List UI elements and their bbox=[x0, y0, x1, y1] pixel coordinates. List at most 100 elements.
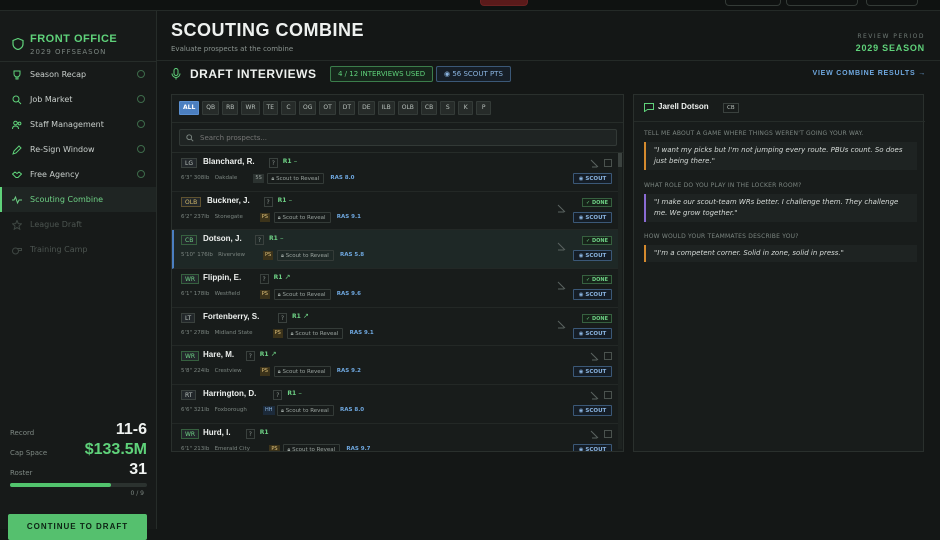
topbar-button-1[interactable] bbox=[725, 0, 781, 6]
filter-chip-cb[interactable]: CB bbox=[420, 101, 438, 115]
sidebar-item-label: Re-Sign Window bbox=[30, 145, 95, 154]
filter-chip-te[interactable]: TE bbox=[262, 101, 279, 115]
trend-indicator: – bbox=[280, 234, 284, 243]
scrollbar-thumb[interactable] bbox=[618, 153, 622, 167]
topbar-button-2[interactable] bbox=[786, 0, 858, 6]
round-projection: R1 bbox=[292, 312, 301, 320]
prospect-meta: 6'3" 278lb Midland State bbox=[181, 330, 253, 336]
scout-button[interactable]: ◉ SCOUT bbox=[573, 289, 612, 301]
sidebar-item-training-camp[interactable]: Training Camp bbox=[0, 237, 156, 262]
prospect-name[interactable]: Fortenberry, S. bbox=[203, 312, 259, 321]
ras-score: RAS 9.1 bbox=[349, 329, 374, 336]
filter-chip-wr[interactable]: WR bbox=[241, 101, 260, 115]
scout-button[interactable]: ◉ SCOUT bbox=[573, 250, 612, 262]
sidebar-item-free-agency[interactable]: Free Agency bbox=[0, 162, 156, 187]
scout-button[interactable]: ◉ SCOUT bbox=[573, 405, 612, 417]
cap-space-stat: Cap Space $133.5M bbox=[10, 439, 147, 459]
prospect-name[interactable]: Blanchard, R. bbox=[203, 157, 255, 166]
pen-icon bbox=[12, 144, 22, 155]
scrollbar[interactable] bbox=[618, 153, 622, 449]
prospect-row[interactable]: WR Hare, M.? R1 ↗ 5'8" 224lb Crestview PS 🔒︎ S… bbox=[172, 346, 619, 386]
microphone-off-icon[interactable] bbox=[590, 159, 599, 168]
school: Westfield bbox=[214, 291, 240, 298]
interview-icon[interactable] bbox=[557, 236, 579, 251]
checkbox-icon[interactable] bbox=[604, 352, 612, 361]
prospect-row[interactable]: CB Dotson, J.? R1– 5'10" 176lb Riverview PS 🔒… bbox=[172, 230, 619, 270]
prospect-row[interactable]: LT Fortenberry, S.? R1 ↗ 6'3" 278lb Midland … bbox=[172, 308, 619, 347]
filter-chip-k[interactable]: K bbox=[458, 101, 474, 115]
height-weight: 6'1" 178lb bbox=[181, 291, 210, 298]
topbar-button-3[interactable] bbox=[866, 0, 918, 6]
shield-icon bbox=[12, 38, 24, 50]
microphone-off-icon[interactable] bbox=[590, 352, 599, 361]
sidebar-item-label: Training Camp bbox=[30, 245, 88, 254]
continue-to-draft-button[interactable]: CONTINUE TO DRAFT bbox=[8, 514, 147, 540]
prospect-name[interactable]: Flippin, E. bbox=[203, 273, 241, 282]
prospect-row[interactable]: WR Flippin, E.? R1 ↗ 6'1" 178lb Westfield PS 🔒… bbox=[172, 269, 619, 308]
prospect-row[interactable]: OLB Buckner, J.? R1– 6'2" 237lb Stonegate PS… bbox=[172, 192, 619, 231]
microphone-off-icon[interactable] bbox=[590, 391, 599, 400]
roster-stat: Roster 31 bbox=[10, 459, 147, 479]
ras-score: RAS 9.7 bbox=[346, 445, 371, 452]
interview-icon[interactable] bbox=[557, 275, 579, 290]
sidebar-item-season-recap[interactable]: Season Recap bbox=[0, 62, 156, 87]
search-input[interactable] bbox=[200, 132, 600, 144]
position-badge: LG bbox=[181, 158, 197, 168]
filter-chip-c[interactable]: C bbox=[281, 101, 297, 115]
cap-value: $133.5M bbox=[84, 441, 147, 458]
notification-button[interactable] bbox=[480, 0, 528, 6]
prospect-name[interactable]: Hurd, I. bbox=[203, 428, 231, 437]
microphone-off-icon[interactable] bbox=[590, 430, 599, 439]
filter-chip-s[interactable]: S bbox=[440, 101, 456, 115]
checkbox-icon[interactable] bbox=[604, 159, 612, 167]
view-combine-results-link[interactable]: VIEW COMBINE RESULTS → bbox=[812, 70, 926, 77]
filter-chip-rb[interactable]: RB bbox=[222, 101, 239, 115]
school: Oakdale bbox=[214, 175, 238, 181]
team-stats: Record 11-6 Cap Space $133.5M Roster 31 bbox=[10, 419, 147, 479]
scout-button[interactable]: ◉ SCOUT bbox=[573, 443, 612, 451]
scout-button[interactable]: ◉ SCOUT bbox=[573, 173, 612, 184]
scout-button[interactable]: ◉ SCOUT bbox=[573, 366, 612, 378]
prospect-row[interactable]: LG Blanchard, R.? R1– 6'3" 308lb Oakdale 5S 🔒… bbox=[172, 153, 619, 192]
filter-chip-p[interactable]: P bbox=[476, 101, 492, 115]
interview-icon[interactable] bbox=[557, 198, 579, 213]
prospect-name[interactable]: Buckner, J. bbox=[207, 196, 250, 205]
page-subtitle: Evaluate prospects at the combine bbox=[171, 45, 294, 53]
filter-chip-olb[interactable]: OLB bbox=[397, 101, 418, 115]
unknown-grade-icon: ? bbox=[268, 158, 278, 168]
prospect-name[interactable]: Dotson, J. bbox=[203, 234, 242, 243]
prospect-name[interactable]: Hare, M. bbox=[203, 350, 234, 359]
filter-chip-de[interactable]: DE bbox=[358, 101, 375, 115]
done-label: DONE bbox=[591, 238, 608, 245]
checkbox-icon[interactable] bbox=[604, 429, 612, 438]
prospect-row[interactable]: RT Harrington, D.? R1– 6'6" 321lb Foxboroug… bbox=[172, 385, 619, 424]
whistle-icon bbox=[12, 245, 22, 255]
sidebar-nav: Season Recap Job Market Staff Management… bbox=[0, 61, 156, 262]
scout-button[interactable]: ◉ SCOUT bbox=[573, 327, 612, 339]
sidebar-item-staff-management[interactable]: Staff Management bbox=[0, 112, 156, 137]
filter-divider bbox=[172, 122, 623, 123]
school: Riverview bbox=[218, 252, 245, 259]
scout-label: SCOUT bbox=[585, 292, 607, 299]
sidebar-item-league-draft[interactable]: League Draft bbox=[0, 212, 156, 237]
sidebar-item-job-market[interactable]: Job Market bbox=[0, 87, 156, 112]
filter-chip-dt[interactable]: DT bbox=[338, 101, 356, 115]
filter-chip-ot[interactable]: OT bbox=[319, 101, 336, 115]
height-weight: 6'1" 213lb bbox=[181, 445, 210, 452]
sidebar-item-re-sign-window[interactable]: Re-Sign Window bbox=[0, 137, 156, 162]
sidebar-item-scouting-combine[interactable]: Scouting Combine bbox=[0, 187, 156, 212]
trait-tag: PS bbox=[259, 367, 270, 377]
reveal-text: Scout to Reveal bbox=[285, 408, 329, 415]
scout-button[interactable]: ◉ SCOUT bbox=[573, 211, 612, 223]
round-projection: R1 bbox=[277, 196, 287, 204]
prospect-name[interactable]: Harrington, D. bbox=[203, 389, 256, 398]
sidebar-item-label: Season Recap bbox=[30, 70, 87, 79]
filter-chip-qb[interactable]: QB bbox=[202, 101, 220, 115]
filter-chip-ilb[interactable]: ILB bbox=[377, 101, 395, 115]
checkbox-icon[interactable] bbox=[604, 391, 612, 400]
prospect-row[interactable]: WR Hurd, I.? R1 6'1" 213lb Emerald City PS 🔒︎… bbox=[172, 424, 619, 452]
filter-chip-all[interactable]: ALL bbox=[179, 101, 200, 115]
interview-icon[interactable] bbox=[557, 314, 579, 329]
filter-chip-og[interactable]: OG bbox=[299, 101, 317, 115]
reveal-text: Scout to Reveal bbox=[292, 446, 336, 452]
